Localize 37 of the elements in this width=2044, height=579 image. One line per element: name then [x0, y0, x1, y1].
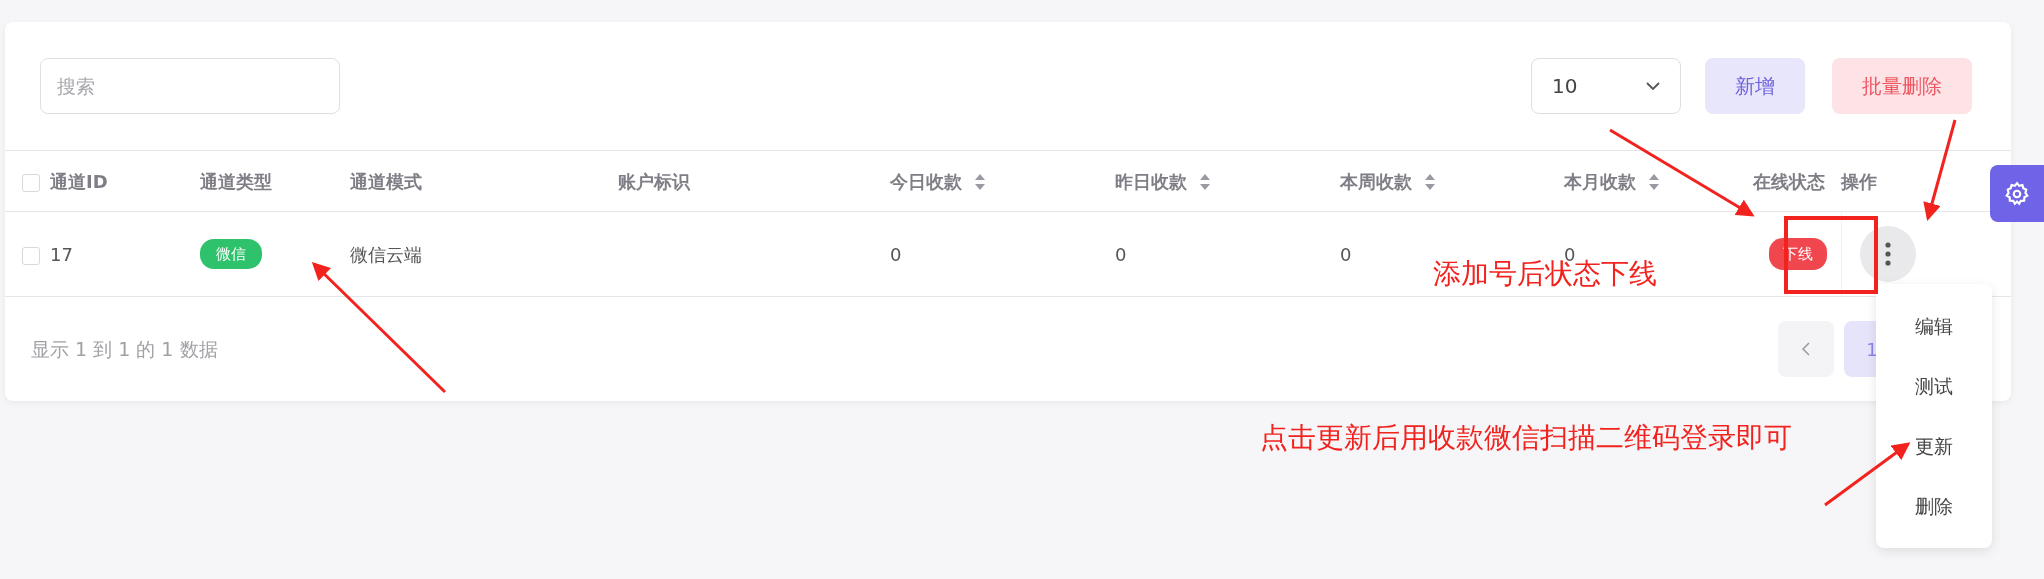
row-checkbox[interactable] [22, 246, 40, 265]
settings-icon [2004, 180, 2030, 207]
sort-icon[interactable] [1424, 172, 1437, 191]
column-header: 通道类型 [200, 170, 272, 192]
column-header: 操作 [1841, 170, 1877, 192]
column-header: 在线状态 [1753, 170, 1825, 192]
chevron-down-icon [1646, 81, 1660, 91]
column-header: 账户标识 [618, 170, 690, 192]
pagination-summary: 显示 1 到 1 的 1 数据 [31, 336, 218, 362]
sortable-column-header[interactable]: 本月收款 [1564, 170, 1636, 192]
table-cell: 0 [890, 243, 902, 265]
sortable-column-header[interactable]: 昨日收款 [1115, 170, 1187, 192]
sortable-column-header[interactable]: 今日收款 [890, 170, 962, 192]
annotation-text: 点击更新后用收款微信扫描二维码登录即可 [1260, 420, 1793, 456]
table-cell: 微信云端 [350, 243, 422, 265]
channel-type-tag: 微信 [200, 238, 262, 270]
search-field[interactable]: 搜索 [40, 58, 340, 114]
page-size-select[interactable]: 10 [1531, 58, 1681, 114]
sort-icon[interactable] [1648, 172, 1661, 191]
sort-icon[interactable] [974, 172, 987, 191]
column-header: 通道ID [50, 170, 108, 192]
chevron-left-icon [1802, 342, 1810, 356]
settings-button[interactable] [1990, 165, 2044, 222]
menu-item[interactable]: 删除 [1903, 485, 1965, 527]
batch-delete-button[interactable]: 批量删除 [1832, 58, 1972, 114]
select-all-checkbox[interactable] [22, 173, 40, 192]
sort-icon[interactable] [1199, 172, 1212, 191]
table-cell: 17 [50, 243, 73, 265]
menu-item[interactable]: 更新 [1903, 425, 1965, 467]
column-header: 通道模式 [350, 170, 422, 192]
more-vertical-icon [1884, 242, 1891, 266]
table-cell: 0 [1115, 243, 1127, 265]
add-button[interactable]: 新增 [1705, 58, 1805, 114]
menu-item[interactable]: 编辑 [1903, 305, 1965, 347]
table-cell: 0 [1340, 243, 1352, 265]
sortable-column-header[interactable]: 本周收款 [1340, 170, 1412, 192]
menu-item[interactable]: 测试 [1903, 365, 1965, 407]
